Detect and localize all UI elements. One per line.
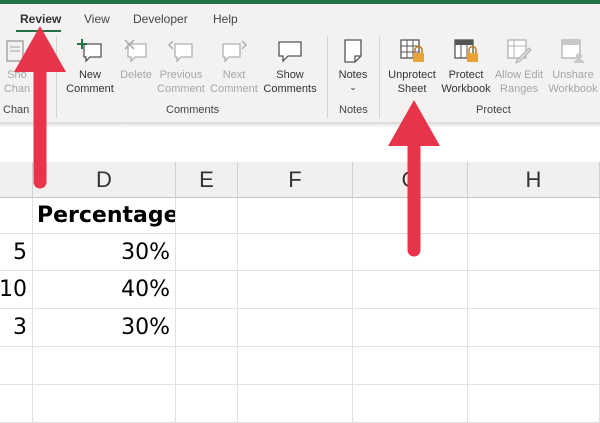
sheet-lock-icon bbox=[400, 39, 424, 62]
previous-comment-button[interactable]: Previous Comment bbox=[156, 38, 206, 96]
next-comment-icon bbox=[222, 40, 248, 63]
cell[interactable] bbox=[353, 271, 468, 309]
cell[interactable] bbox=[238, 271, 353, 309]
cell[interactable] bbox=[176, 385, 238, 423]
cell[interactable] bbox=[468, 385, 600, 423]
cell[interactable] bbox=[33, 347, 176, 385]
delete-comment-icon bbox=[124, 39, 147, 63]
cell[interactable] bbox=[353, 347, 468, 385]
formula-area bbox=[0, 128, 600, 163]
cell-c3[interactable]: 10 bbox=[0, 271, 33, 309]
chevron-down-icon: ⌄ bbox=[349, 82, 357, 92]
cell[interactable] bbox=[238, 385, 353, 423]
cell[interactable] bbox=[0, 385, 33, 423]
cell-d3[interactable]: 40% bbox=[33, 271, 176, 309]
cell[interactable] bbox=[468, 198, 600, 234]
cell-d4[interactable]: 30% bbox=[33, 309, 176, 347]
group-label-notes: Notes bbox=[339, 104, 368, 116]
unshare-workbook-button[interactable]: Unshare Workbook bbox=[546, 38, 600, 96]
show-comments-button[interactable]: Show Comments bbox=[262, 38, 318, 96]
edit-ranges-icon bbox=[507, 39, 532, 64]
delete-comment-button[interactable]: Delete bbox=[117, 38, 155, 82]
cell[interactable] bbox=[238, 234, 353, 271]
cell[interactable] bbox=[353, 385, 468, 423]
cell[interactable] bbox=[468, 271, 600, 309]
previous-comment-icon bbox=[167, 40, 193, 63]
unprotect-sheet-button[interactable]: Unprotect Sheet bbox=[384, 38, 440, 96]
group-label-comments: Comments bbox=[166, 104, 220, 116]
tab-developer[interactable]: Developer bbox=[133, 12, 188, 26]
group-label-protect: Protect bbox=[476, 104, 511, 116]
cell-d1[interactable]: Percentage bbox=[33, 198, 176, 234]
tab-view[interactable]: View bbox=[84, 12, 110, 26]
cell[interactable] bbox=[176, 347, 238, 385]
cell[interactable] bbox=[176, 198, 238, 234]
notes-icon bbox=[344, 39, 362, 63]
group-separator bbox=[327, 36, 328, 118]
column-header-f[interactable]: F bbox=[238, 162, 353, 198]
cell-c4[interactable]: 3 bbox=[0, 309, 33, 347]
cell-c2[interactable]: 5 bbox=[0, 234, 33, 271]
ribbon: Sho Chan Chan New Comment Delete Previou… bbox=[0, 32, 600, 122]
cell[interactable] bbox=[176, 271, 238, 309]
ribbon-tabs: Review View Developer Help bbox=[0, 4, 600, 33]
cell[interactable] bbox=[0, 347, 33, 385]
cell[interactable] bbox=[238, 309, 353, 347]
unshare-workbook-icon bbox=[561, 39, 584, 63]
cell[interactable] bbox=[238, 347, 353, 385]
protect-workbook-button[interactable]: Protect Workbook bbox=[440, 38, 492, 96]
cell[interactable] bbox=[468, 347, 600, 385]
cell[interactable] bbox=[33, 385, 176, 423]
allow-edit-ranges-button[interactable]: Allow Edit Ranges bbox=[493, 38, 545, 96]
cell-d2[interactable]: 30% bbox=[33, 234, 176, 271]
notes-button[interactable]: Notes ⌄ bbox=[334, 38, 372, 92]
cell-c1[interactable] bbox=[0, 198, 33, 234]
new-comment-button[interactable]: New Comment bbox=[62, 38, 118, 96]
cell[interactable] bbox=[353, 309, 468, 347]
cell[interactable] bbox=[468, 234, 600, 271]
red-arrow-up-icon bbox=[388, 100, 440, 257]
tab-review[interactable]: Review bbox=[20, 12, 61, 26]
tab-help[interactable]: Help bbox=[213, 12, 238, 26]
next-comment-button[interactable]: Next Comment bbox=[207, 38, 261, 96]
red-arrow-up-icon bbox=[14, 26, 66, 189]
workbook-lock-icon bbox=[454, 39, 478, 62]
cell[interactable] bbox=[468, 309, 600, 347]
group-separator bbox=[379, 36, 380, 118]
column-header-e[interactable]: E bbox=[176, 162, 238, 198]
cell[interactable] bbox=[238, 198, 353, 234]
cell[interactable] bbox=[176, 309, 238, 347]
show-comments-icon bbox=[278, 41, 302, 63]
cell[interactable] bbox=[176, 234, 238, 271]
new-comment-icon bbox=[77, 39, 102, 63]
column-header-h[interactable]: H bbox=[468, 162, 600, 198]
